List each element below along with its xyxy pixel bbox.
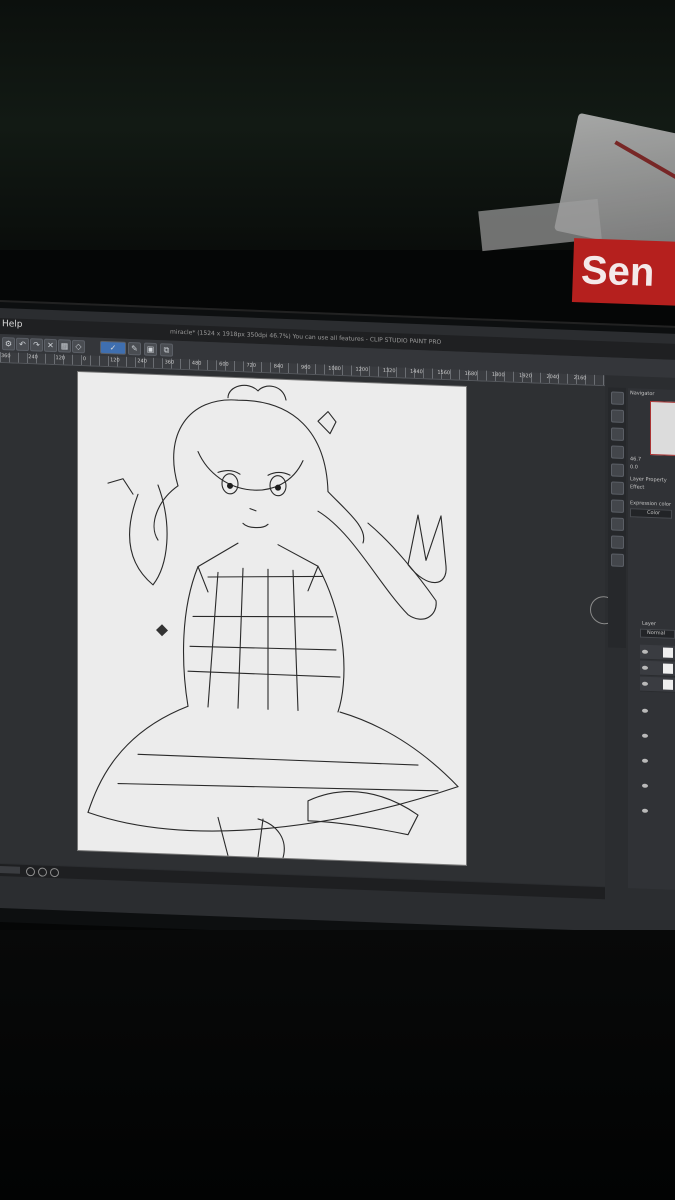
effect-label: Effect [630,484,645,491]
navigator-angle[interactable]: 0.0 [630,464,638,470]
intermediate-icon[interactable] [611,499,624,513]
navigator-preview[interactable] [650,400,675,457]
select-icon[interactable]: ✓ [100,340,126,355]
expression-color-label: Expression color [630,500,672,508]
eye-icon[interactable] [642,783,648,788]
gear-icon[interactable]: ⚙ [2,337,15,351]
navigator-zoom[interactable]: 46.7 [630,456,641,462]
menu-help[interactable]: Help [2,319,23,330]
ruler-tick-label: 1680 [464,370,478,378]
ruler-tick-label: 240 [137,358,147,365]
eye-icon[interactable] [642,708,648,713]
redo-icon[interactable]: ↷ [30,338,43,352]
layer-thumbnail [663,679,673,690]
ruler-tick-label: 120 [55,355,66,362]
ruler-tick-label: 1920 [519,372,532,380]
ruler-tick-label: 1080 [328,365,341,373]
material-icon[interactable] [611,553,624,567]
transform-icon[interactable]: ◇ [72,339,85,354]
eye-icon[interactable] [642,733,648,738]
color-value: Color [647,509,661,517]
ruler-tick-label: 240 [28,354,38,361]
save-icon[interactable]: ▣ [144,342,157,357]
layer-row[interactable] [640,644,675,661]
ruler-tick-label: 480 [191,360,202,367]
rotate-left-icon[interactable] [26,866,35,877]
pen-icon[interactable]: ✎ [128,341,141,356]
ruler-tick-label: 120 [110,357,120,364]
ruler-tick-label: 360 [1,353,11,360]
ruler-tick-label: 1200 [355,366,369,374]
layer-tab[interactable]: Layer [642,621,656,628]
panel-icon-strip [608,387,626,649]
layer-row[interactable] [640,660,675,677]
ruler-tick-label: 2160 [573,375,587,382]
blend-mode-field[interactable]: Normal [640,628,675,639]
desk-surface [0,930,675,1200]
right-panel: Navigator 46.7 0.0 Layer Property Effect… [628,388,675,890]
eye-icon[interactable] [642,681,648,686]
export-icon[interactable]: ⧉ [160,343,173,357]
layer-icon[interactable] [611,535,624,549]
fill-icon[interactable]: ▦ [58,339,71,353]
navigator-label: Navigator [630,390,655,398]
artboard[interactable] [78,371,466,865]
undo-icon[interactable]: ↶ [16,337,29,352]
lineart-drawing [87,384,459,859]
eye-icon[interactable] [642,808,648,813]
expression-color-field[interactable]: Color [630,508,672,519]
canvas-area[interactable] [0,363,618,934]
eye-icon[interactable] [642,758,648,763]
clear-icon[interactable]: ✕ [44,338,57,353]
ruler-tick-label: 720 [246,362,256,369]
monitor-screen: Help miracle* (1524 x 1918px 350dpi 46.7… [0,308,675,934]
layer-property-label: Layer Property [630,476,667,484]
ruler-tick-label: 1800 [491,371,505,379]
zoom-field[interactable] [0,866,20,874]
color-set-icon[interactable] [611,481,624,495]
history-icon[interactable] [611,517,624,531]
fit-view-icon[interactable] [50,867,59,878]
property-icon[interactable] [611,427,624,441]
ruler-tick-label: 840 [273,363,284,370]
rotate-right-icon[interactable] [38,867,47,877]
layer-thumbnail [663,647,673,658]
subview-icon[interactable] [611,409,624,423]
navigator-icon[interactable] [611,391,624,405]
brush-size-icon[interactable] [611,445,624,459]
ruler-tick-label: 1320 [382,367,396,375]
color-wheel-icon[interactable] [611,463,624,477]
ruler-tick-label: 2040 [546,373,560,381]
eye-icon[interactable] [642,665,648,670]
layer-thumbnail [663,663,673,674]
ruler-tick-label: 1440 [410,368,423,376]
brand-sticker: Sen [571,238,675,306]
ruler-tick-label: 360 [164,359,175,366]
eye-icon[interactable] [642,649,648,654]
ruler-tick-label: 1560 [437,369,451,377]
blend-mode-value: Normal [647,629,666,637]
ruler-tick-label: 960 [301,364,311,371]
ruler-tick-label: 600 [219,361,229,368]
layer-row[interactable] [640,676,675,693]
ruler-tick-label: 0 [82,356,86,363]
